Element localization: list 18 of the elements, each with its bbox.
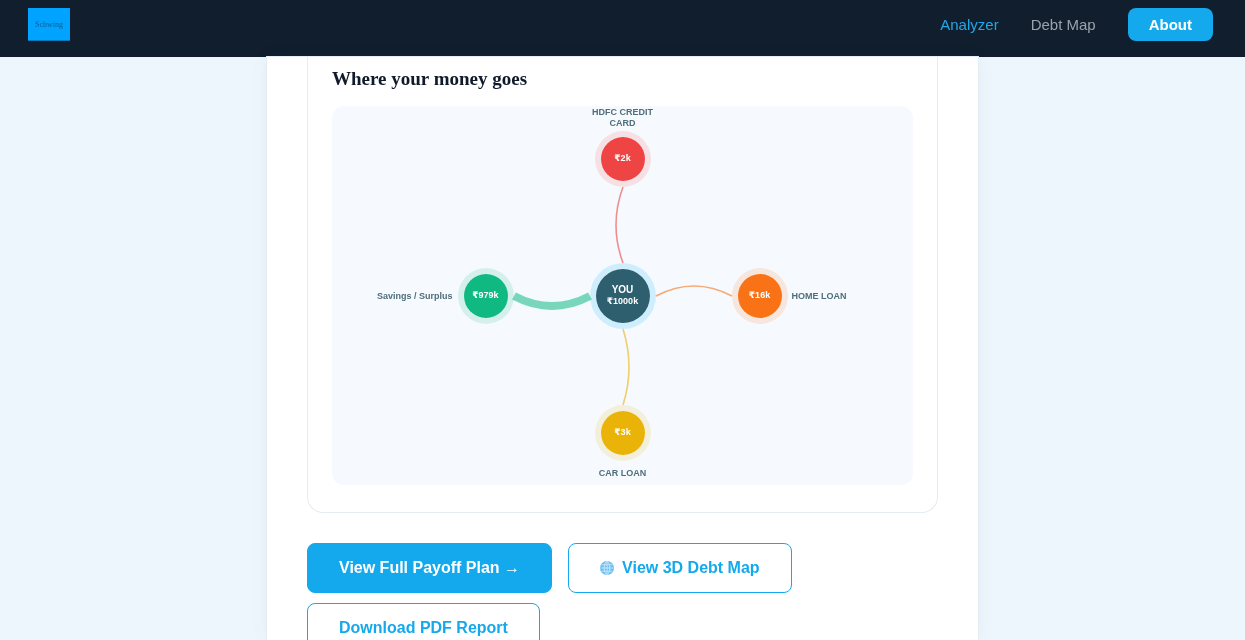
about-button[interactable]: About (1127, 8, 1213, 41)
node-amount: ₹1000k (606, 296, 639, 307)
node-amount: ₹3k (614, 427, 631, 438)
outlined-button[interactable]: Download PDF Report (307, 603, 540, 640)
primary-button[interactable]: View Full Payoff Plan → (307, 543, 553, 593)
node-label: HOME LOAN (791, 290, 847, 301)
node-amount: ₹16k (748, 290, 771, 301)
node-label: HDFC CREDIT CARD (591, 106, 654, 129)
node-label: CAR LOAN (598, 467, 647, 479)
card-title: Where your money goes (332, 67, 529, 91)
brand-logo: Schwing (28, 8, 70, 41)
outlined-button[interactable]: View 3D Debt Map (568, 543, 792, 593)
node-amount: ₹979k (472, 290, 499, 301)
node-label: Savings / Surplus (376, 290, 453, 301)
nav-link[interactable]: Analyzer (940, 8, 999, 41)
nav-link[interactable]: Debt Map (1030, 8, 1096, 41)
node-label: YOU (611, 284, 634, 296)
node-amount: ₹2k (614, 153, 631, 164)
